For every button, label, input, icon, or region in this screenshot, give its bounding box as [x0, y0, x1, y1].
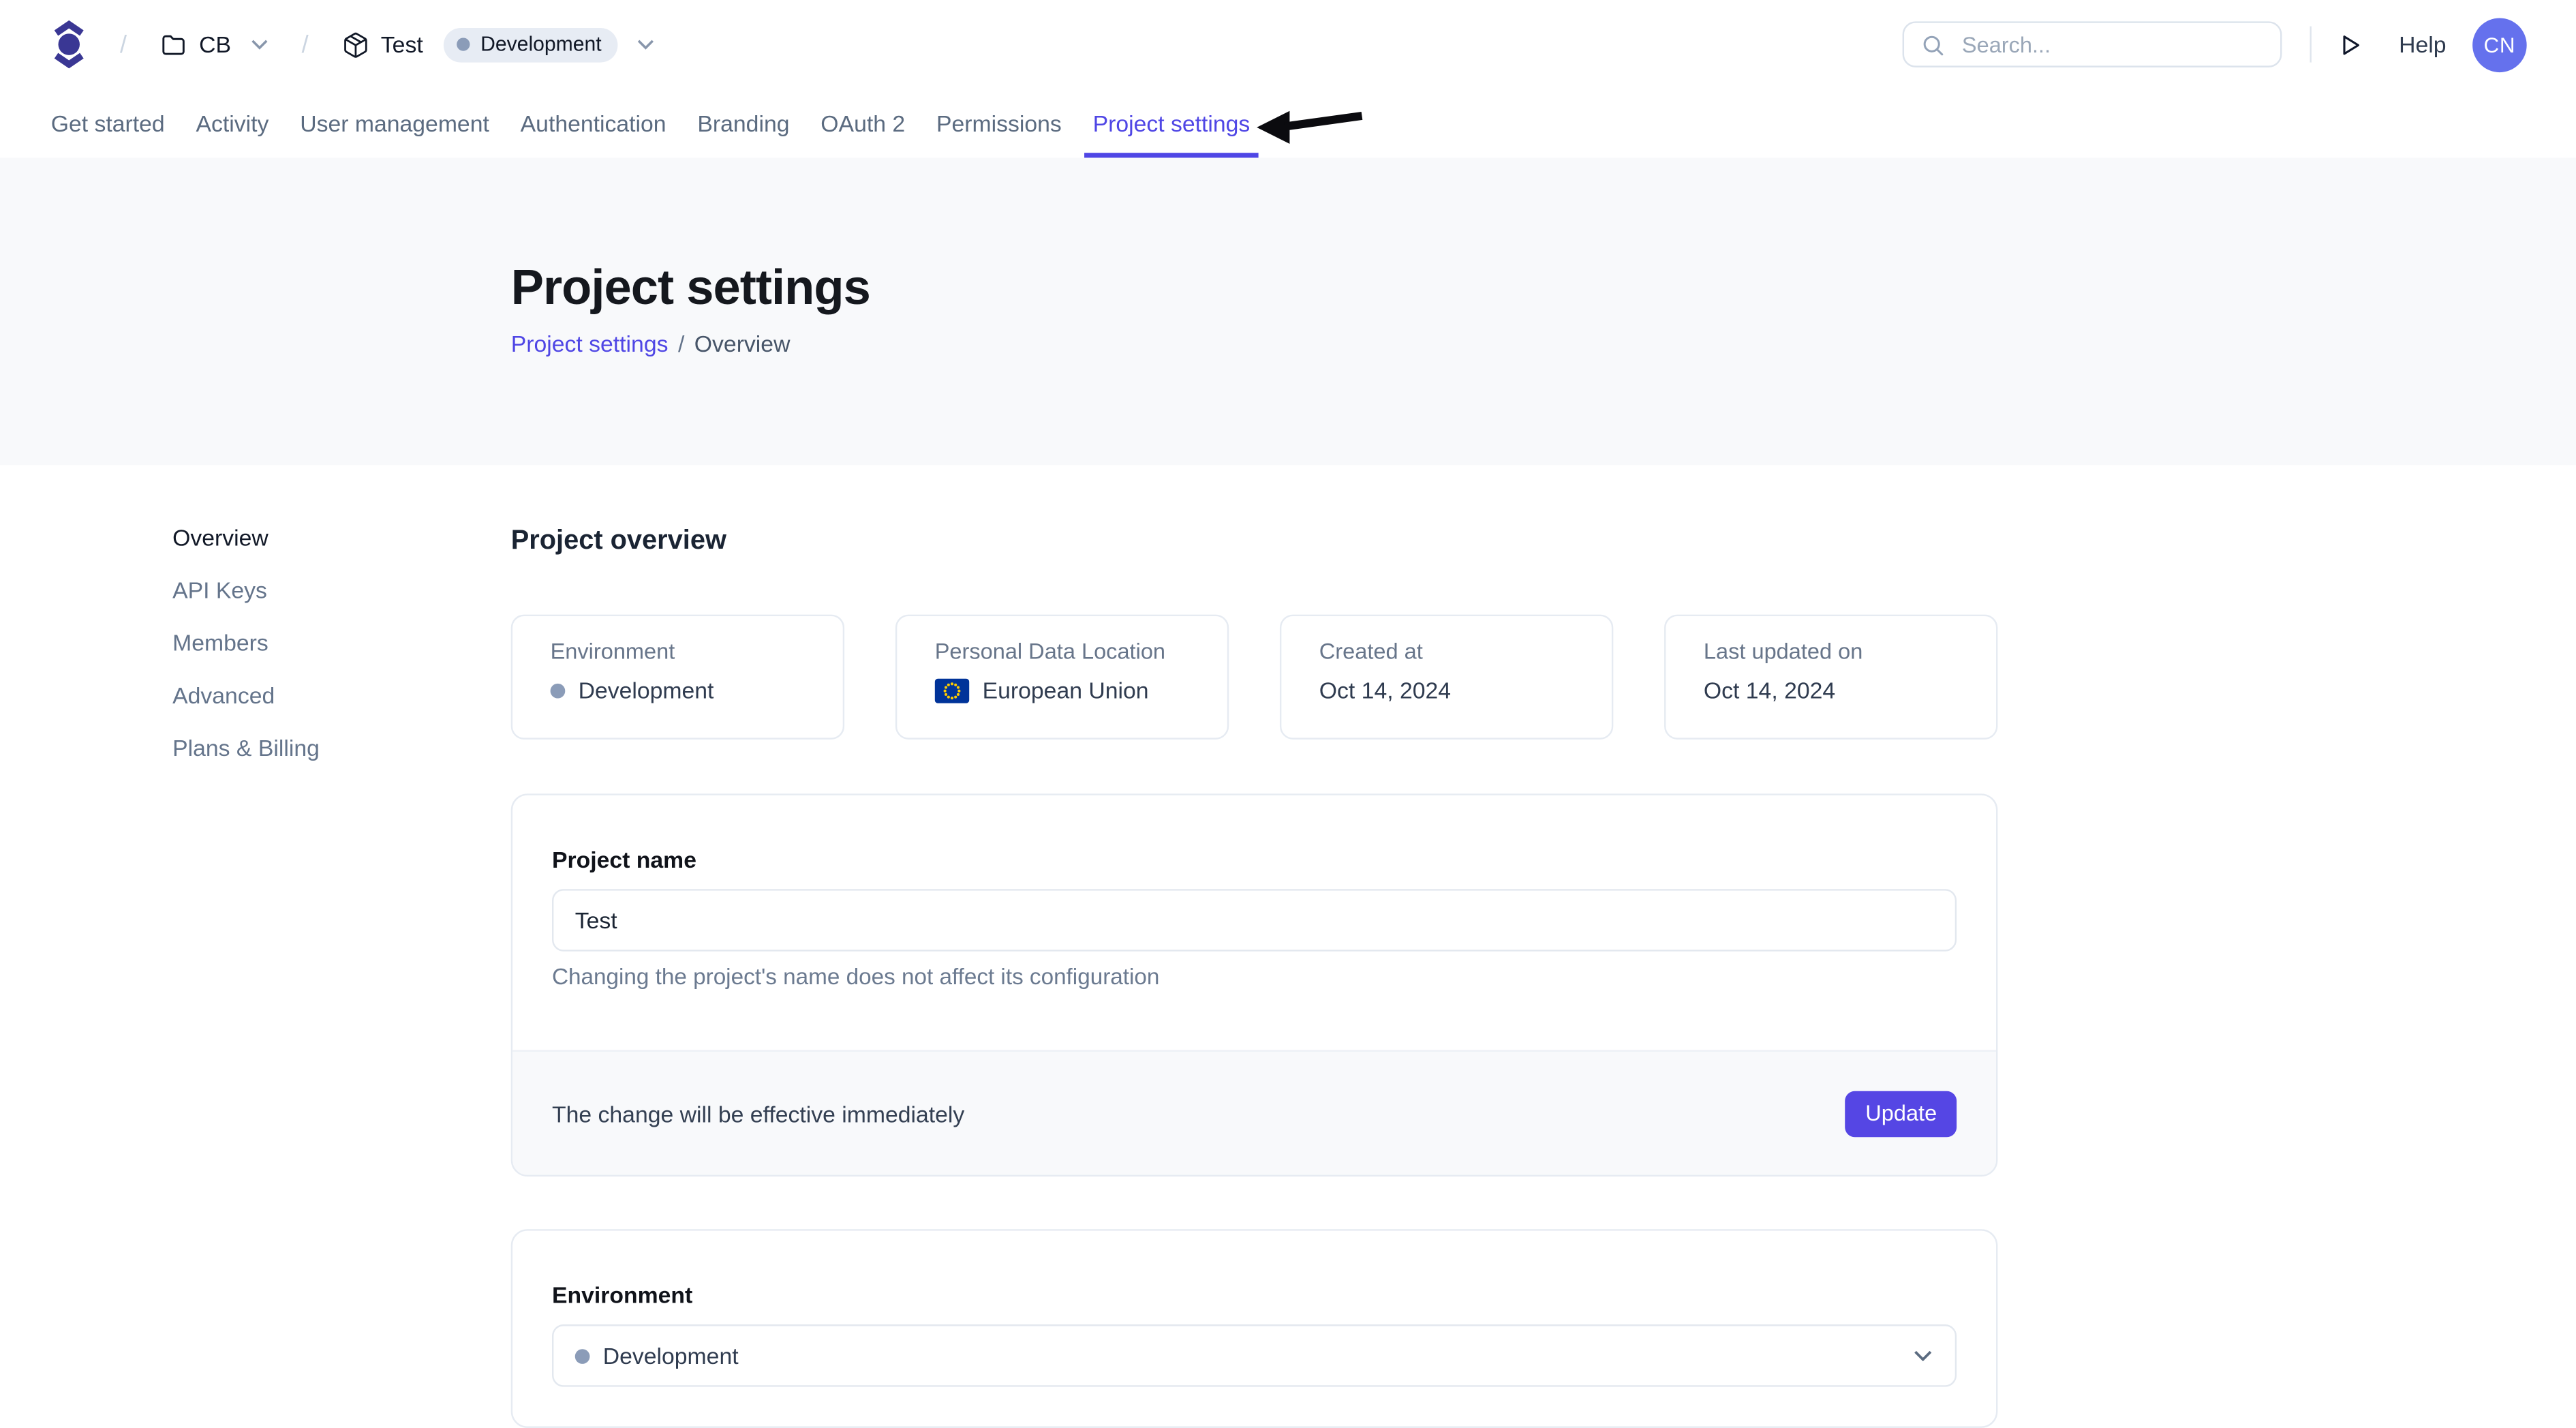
org-breadcrumb[interactable]: CB: [159, 31, 269, 59]
eu-flag-icon: [935, 679, 970, 703]
tab-project-settings[interactable]: Project settings: [1093, 89, 1251, 157]
tab-activity[interactable]: Activity: [196, 89, 269, 157]
status-dot: [551, 684, 566, 699]
project-name-label: Project name: [552, 848, 1957, 871]
settings-sidebar: Overview API Keys Members Advanced Plans…: [172, 526, 320, 759]
info-label: Environment: [551, 641, 806, 664]
environment-badge-label: Development: [480, 33, 602, 56]
search-box[interactable]: [1903, 21, 2282, 67]
info-card-row: Environment Development Personal Data Lo…: [511, 615, 1998, 740]
breadcrumb-separator: /: [302, 31, 309, 59]
org-name: CB: [199, 31, 231, 58]
chevron-down-icon: [1912, 1341, 1933, 1370]
section-title: Project overview: [511, 528, 1998, 554]
search-input[interactable]: [1959, 31, 2264, 59]
environment-badge: Development: [444, 27, 618, 62]
breadcrumb-current: Overview: [694, 331, 791, 357]
topbar-divider: [2310, 27, 2312, 63]
breadcrumb-separator: /: [678, 331, 684, 357]
environment-card: Environment Development: [511, 1229, 1998, 1428]
tab-user-management[interactable]: User management: [300, 89, 489, 157]
project-name-card: Project name Changing the project's name…: [511, 793, 1998, 1176]
project-breadcrumb[interactable]: Test Development: [341, 27, 656, 62]
sidebar-item-api-keys[interactable]: API Keys: [172, 579, 320, 602]
info-card-data-location: Personal Data Location: [895, 615, 1229, 740]
topbar: / CB / Test Development: [0, 0, 2576, 89]
info-value: Development: [579, 679, 714, 703]
tab-branding[interactable]: Branding: [697, 89, 789, 157]
main-nav-tabs: Get started Activity User management Aut…: [0, 89, 2576, 157]
tab-get-started[interactable]: Get started: [51, 89, 165, 157]
project-name-input[interactable]: [552, 889, 1957, 952]
project-name-card-footer: The change will be effective immediately…: [512, 1050, 1996, 1174]
info-label: Personal Data Location: [935, 641, 1190, 664]
play-icon[interactable]: [2337, 31, 2365, 59]
info-card-environment: Environment Development: [511, 615, 844, 740]
info-value: Oct 14, 2024: [1704, 679, 1835, 703]
content-area: Overview API Keys Members Advanced Plans…: [0, 465, 2576, 1349]
help-link[interactable]: Help: [2399, 31, 2446, 58]
project-name: Test: [381, 31, 423, 58]
info-label: Last updated on: [1704, 641, 1959, 664]
avatar[interactable]: CN: [2472, 17, 2527, 72]
sidebar-item-overview[interactable]: Overview: [172, 526, 320, 549]
tab-permissions[interactable]: Permissions: [936, 89, 1062, 157]
breadcrumb-separator: /: [120, 31, 127, 59]
app-logo-icon[interactable]: [51, 20, 87, 69]
tab-authentication[interactable]: Authentication: [521, 89, 666, 157]
status-dot: [575, 1348, 590, 1363]
chevron-down-icon: [249, 37, 269, 50]
package-icon: [341, 31, 369, 59]
footer-note: The change will be effective immediately: [552, 1100, 964, 1127]
sidebar-item-plans-billing[interactable]: Plans & Billing: [172, 736, 320, 759]
environment-label: Environment: [552, 1283, 1957, 1307]
folder-icon: [159, 31, 187, 59]
breadcrumb-link[interactable]: Project settings: [511, 331, 669, 357]
page-title: Project settings: [511, 260, 2576, 319]
breadcrumb: Project settings / Overview: [511, 331, 2576, 357]
environment-select-value: Development: [603, 1343, 739, 1369]
page-header: Project settings Project settings / Over…: [0, 157, 2576, 465]
status-dot: [457, 37, 470, 50]
info-card-created-at: Created at Oct 14, 2024: [1280, 615, 1613, 740]
environment-select[interactable]: Development: [552, 1324, 1957, 1387]
search-icon: [1921, 32, 1946, 57]
update-button[interactable]: Update: [1845, 1091, 1957, 1137]
app-window: / CB / Test Development: [0, 0, 2576, 1350]
settings-main: Project overview Environment Development…: [511, 465, 1998, 1428]
chevron-down-icon: [636, 37, 656, 50]
sidebar-item-members[interactable]: Members: [172, 631, 320, 654]
info-value: European Union: [983, 679, 1149, 703]
project-name-helper: Changing the project's name does not aff…: [552, 964, 1957, 989]
info-label: Created at: [1319, 641, 1574, 664]
info-value: Oct 14, 2024: [1319, 679, 1451, 703]
info-card-last-updated: Last updated on Oct 14, 2024: [1664, 615, 1997, 740]
tab-oauth2[interactable]: OAuth 2: [821, 89, 905, 157]
sidebar-item-advanced[interactable]: Advanced: [172, 684, 320, 707]
